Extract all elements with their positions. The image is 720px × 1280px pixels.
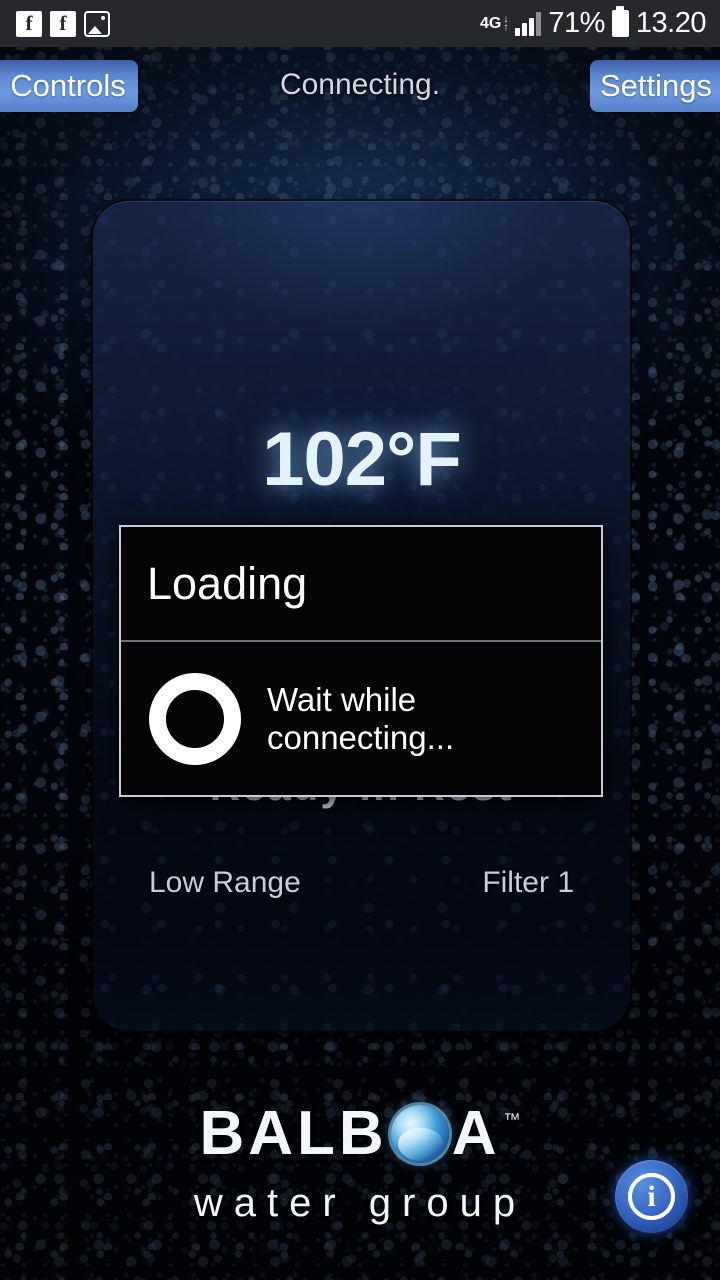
status-bar: f f 4G ↓ ↑ 71% 13.20 bbox=[0, 0, 720, 47]
balboa-logo: BALB A ™ water group bbox=[0, 1098, 720, 1226]
signal-bar bbox=[529, 17, 535, 36]
water-drop-swirl-icon bbox=[390, 1104, 449, 1163]
battery-percent-label: 71% bbox=[548, 7, 605, 39]
info-button[interactable]: i bbox=[615, 1160, 688, 1233]
panel-footer: Low Range Filter 1 bbox=[93, 866, 630, 900]
signal-bar bbox=[536, 11, 542, 36]
logo-text-part1: BALB bbox=[199, 1099, 388, 1168]
status-bar-system: 4G ↓ ↑ 71% 13.20 bbox=[480, 7, 720, 40]
signal-bar bbox=[515, 27, 521, 36]
clock-label: 13.20 bbox=[635, 7, 707, 39]
signal-bar bbox=[522, 22, 528, 36]
filter-cycle-label[interactable]: Filter 1 bbox=[482, 866, 574, 900]
signal-strength-icon bbox=[515, 11, 542, 36]
logo-wordmark: BALB A ™ bbox=[0, 1098, 720, 1169]
temperature-display[interactable]: 102°F bbox=[93, 201, 630, 503]
network-type-icon: 4G ↓ ↑ bbox=[480, 14, 509, 33]
dialog-message: Wait while connecting... bbox=[267, 680, 455, 756]
app-screen: f f 4G ↓ ↑ 71% 13.20 Connecting. Control… bbox=[0, 0, 720, 1280]
status-bar-notifications: f f bbox=[0, 10, 110, 37]
info-icon: i bbox=[628, 1173, 675, 1220]
logo-text-part2: A bbox=[451, 1099, 501, 1168]
facebook-icon: f bbox=[16, 10, 42, 37]
loading-spinner bbox=[149, 672, 241, 765]
dialog-title: Loading bbox=[121, 527, 601, 642]
logo-subtitle: water group bbox=[193, 1181, 527, 1225]
network-type-label: 4G bbox=[480, 14, 502, 32]
controls-button[interactable]: Controls bbox=[0, 60, 138, 112]
settings-button[interactable]: Settings bbox=[590, 60, 720, 112]
trademark-symbol: ™ bbox=[503, 1110, 521, 1129]
top-navigation-bar: Connecting. Controls Settings bbox=[0, 47, 720, 123]
range-mode-label[interactable]: Low Range bbox=[149, 866, 301, 900]
gallery-icon bbox=[84, 10, 110, 37]
network-activity-arrows: ↓ ↑ bbox=[503, 14, 509, 33]
network-arrow-up: ↑ bbox=[503, 21, 509, 33]
dialog-body: Wait while connecting... bbox=[121, 642, 601, 795]
loading-dialog: Loading Wait while connecting... bbox=[119, 525, 603, 797]
battery-icon bbox=[611, 10, 629, 37]
facebook-icon: f bbox=[50, 10, 76, 37]
